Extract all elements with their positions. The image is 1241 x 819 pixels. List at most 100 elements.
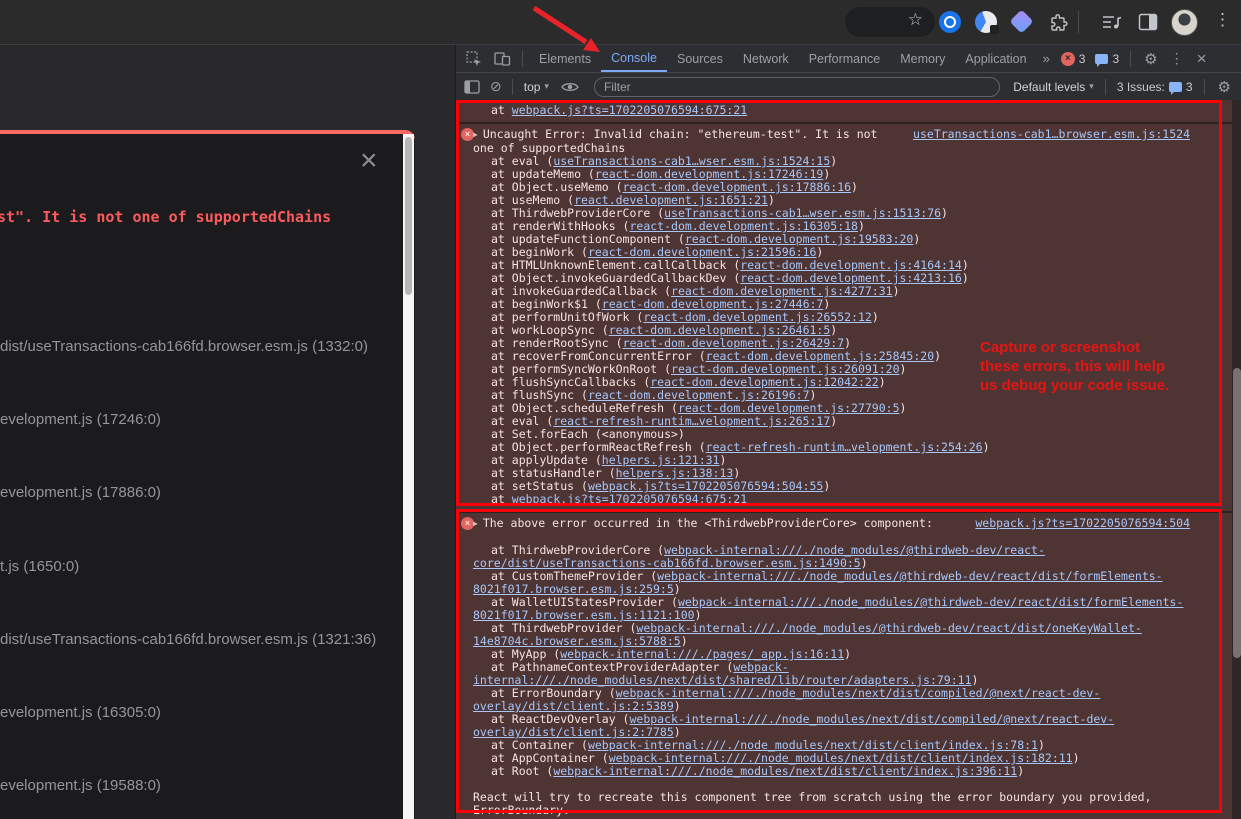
stack-link[interactable]: react-dom.development.js:17246:19 bbox=[595, 167, 823, 181]
overlay-scrollbar[interactable] bbox=[403, 134, 414, 819]
clock-extension-icon[interactable] bbox=[975, 11, 997, 33]
stack-link[interactable]: webpack.js?ts=1702205076594:675:21 bbox=[512, 492, 747, 506]
stack-link[interactable]: webpack-internal:///./node_modules/@thir… bbox=[473, 543, 1045, 570]
more-tabs-icon[interactable]: » bbox=[1037, 51, 1056, 66]
purple-diamond-extension-icon[interactable] bbox=[1009, 9, 1033, 33]
stack-link[interactable]: react-dom.development.js:26091:20 bbox=[671, 362, 899, 376]
devtools-settings-gear-icon[interactable]: ⚙ bbox=[1137, 50, 1164, 68]
console-scrollbar-thumb[interactable] bbox=[1233, 368, 1241, 658]
error-footer-text: React will try to recreate this componen… bbox=[473, 791, 1190, 817]
stack-frame-location: t.js (1650:0) bbox=[0, 558, 400, 575]
console-message: webpack.js?ts=1702205076594:504×▶The abo… bbox=[456, 513, 1232, 819]
tab-performance[interactable]: Performance bbox=[799, 45, 891, 72]
media-controls-icon[interactable] bbox=[1101, 13, 1123, 31]
stack-line: at ErrorBoundary (webpack-internal:///./… bbox=[473, 687, 1190, 713]
inspect-element-icon[interactable] bbox=[465, 50, 483, 68]
screenshot-root: ☆ ⋮ × st". It is not one of supportedCha… bbox=[0, 0, 1241, 819]
console-message: at webpack.js?ts=1702205076594:675:21 bbox=[456, 100, 1232, 124]
stack-frame-location: evelopment.js (16305:0) bbox=[0, 704, 400, 721]
stack-line: at ThirdwebProvider (webpack-internal://… bbox=[473, 622, 1190, 648]
stack-link[interactable]: webpack-internal:///./node_modules/next/… bbox=[588, 738, 1038, 752]
stack-line: at webpack.js?ts=1702205076594:675:21 bbox=[473, 104, 1190, 117]
stack-link[interactable]: react-dom.development.js:26461:5 bbox=[609, 323, 831, 337]
stack-link[interactable]: react-dom.development.js:27446:7 bbox=[602, 297, 824, 311]
live-expression-eye-icon[interactable] bbox=[561, 81, 579, 93]
devtools-menu-kebab-icon[interactable]: ⋮ bbox=[1165, 50, 1189, 67]
overlay-scrollbar-thumb[interactable] bbox=[405, 137, 412, 295]
stack-link[interactable]: react-dom.development.js:26196:7 bbox=[588, 388, 810, 402]
stack-link[interactable]: webpack.js?ts=1702205076594:504:55 bbox=[588, 479, 823, 493]
stack-link[interactable]: react-refresh-runtim…velopment.js:265:17 bbox=[553, 414, 830, 428]
stack-link[interactable]: react-dom.development.js:16305:18 bbox=[629, 219, 857, 233]
blue-ring-extension-icon[interactable] bbox=[939, 11, 961, 33]
device-toolbar-icon[interactable] bbox=[493, 50, 512, 68]
tab-memory[interactable]: Memory bbox=[890, 45, 955, 72]
expand-caret-icon[interactable]: ▶ bbox=[473, 128, 478, 141]
toolbar-separator bbox=[512, 79, 513, 95]
stack-link[interactable]: react-dom.development.js:26552:12 bbox=[643, 310, 871, 324]
tab-application[interactable]: Application bbox=[955, 45, 1036, 72]
stack-link[interactable]: react-dom.development.js:4277:31 bbox=[671, 284, 893, 298]
stack-link[interactable]: webpack-internal:///./node_modules/next/… bbox=[473, 686, 1100, 713]
issues-counter[interactable]: 3 Issues: 3 bbox=[1117, 80, 1193, 94]
profile-avatar[interactable] bbox=[1171, 9, 1198, 36]
extensions-puzzle-icon[interactable] bbox=[1048, 13, 1068, 33]
stack-frame-location: evelopment.js (19588:0) bbox=[0, 777, 400, 794]
tab-sources[interactable]: Sources bbox=[667, 45, 733, 72]
side-panel-icon[interactable] bbox=[1138, 13, 1158, 31]
devtools-close-icon[interactable]: × bbox=[1189, 49, 1215, 69]
stack-link[interactable]: webpack-internal:///./pages/_app.js:16:1… bbox=[560, 647, 844, 661]
stack-frame-location: evelopment.js (17886:0) bbox=[0, 484, 400, 501]
nextjs-error-overlay: × st". It is not one of supportedChains … bbox=[0, 130, 415, 819]
stack-link[interactable]: webpack.js?ts=1702205076594:675:21 bbox=[512, 103, 747, 117]
stack-link[interactable]: helpers.js:138:13 bbox=[616, 466, 734, 480]
expand-caret-icon[interactable]: ▶ bbox=[473, 517, 478, 530]
console-message-count[interactable]: 3 bbox=[1095, 52, 1119, 66]
stack-link[interactable]: webpack-internal:///./node_modules/next/… bbox=[473, 660, 972, 687]
source-link[interactable]: webpack.js?ts=1702205076594:504 bbox=[975, 517, 1190, 530]
tab-elements[interactable]: Elements bbox=[529, 45, 601, 72]
stack-link[interactable]: useTransactions-cab1…wser.esm.js:1524:15 bbox=[553, 154, 830, 168]
stack-link[interactable]: react-dom.development.js:25845:20 bbox=[706, 349, 934, 363]
execution-context-selector[interactable]: top▾ bbox=[519, 80, 554, 94]
issues-bubble-icon bbox=[1169, 82, 1182, 92]
console-sidebar-toggle-icon[interactable] bbox=[464, 80, 480, 94]
stack-link[interactable]: react-dom.development.js:26429:7 bbox=[623, 336, 845, 350]
log-levels-dropdown[interactable]: Default levels▾ bbox=[1008, 80, 1099, 94]
stack-link[interactable]: react-dom.development.js:19583:20 bbox=[685, 232, 913, 246]
console-toolbar: ⊘ top▾ Default levels▾ 3 Issues: 3 ⚙ bbox=[456, 73, 1241, 101]
stack-link[interactable]: webpack-internal:///./node_modules/next/… bbox=[473, 712, 1114, 739]
tab-console[interactable]: Console bbox=[601, 45, 667, 72]
stack-frame-location: dist/useTransactions-cab166fd.browser.es… bbox=[0, 338, 400, 355]
stack-link[interactable]: react-dom.development.js:4164:14 bbox=[740, 258, 962, 272]
chevron-down-icon: ▾ bbox=[544, 81, 549, 92]
console-error-count[interactable]: × 3 bbox=[1061, 52, 1086, 66]
stack-link[interactable]: react-dom.development.js:17886:16 bbox=[623, 180, 851, 194]
stack-link[interactable]: react-dom.development.js:12042:22 bbox=[650, 375, 878, 389]
stack-link[interactable]: webpack-internal:///./node_modules/@thir… bbox=[473, 569, 1163, 596]
browser-menu-kebab-icon[interactable]: ⋮ bbox=[1214, 10, 1231, 30]
stack-frame-location: dist/useTransactions-cab166fd.browser.es… bbox=[0, 631, 400, 648]
clear-console-icon[interactable]: ⊘ bbox=[486, 78, 506, 95]
stack-link[interactable]: webpack-internal:///./node_modules/next/… bbox=[553, 764, 1017, 778]
stack-link[interactable]: webpack-internal:///./node_modules/@thir… bbox=[473, 595, 1183, 622]
chevron-down-icon: ▾ bbox=[1089, 81, 1094, 92]
address-bar[interactable]: ☆ bbox=[845, 7, 935, 37]
stack-link[interactable]: react-dom.development.js:4213:16 bbox=[740, 271, 962, 285]
console-settings-gear-icon[interactable]: ⚙ bbox=[1211, 78, 1238, 96]
console-scrollbar[interactable] bbox=[1232, 100, 1241, 819]
console-filter-input[interactable] bbox=[594, 77, 1000, 97]
stack-line: at PathnameContextProviderAdapter (webpa… bbox=[473, 661, 1190, 687]
stack-link[interactable]: webpack-internal:///./node_modules/@thir… bbox=[473, 621, 1142, 648]
stack-link[interactable]: react-refresh-runtim…velopment.js:254:26 bbox=[706, 440, 983, 454]
bookmark-star-icon[interactable]: ☆ bbox=[908, 10, 923, 30]
stack-link[interactable]: useTransactions-cab1…wser.esm.js:1513:76 bbox=[664, 206, 941, 220]
stack-link[interactable]: react.development.js:1651:21 bbox=[574, 193, 768, 207]
stack-link[interactable]: webpack-internal:///./node_modules/next/… bbox=[609, 751, 1073, 765]
tab-network[interactable]: Network bbox=[733, 45, 799, 72]
stack-link[interactable]: helpers.js:121:31 bbox=[602, 453, 720, 467]
source-link[interactable]: useTransactions-cab1…browser.esm.js:1524 bbox=[913, 128, 1190, 141]
stack-link[interactable]: react-dom.development.js:21596:16 bbox=[588, 245, 816, 259]
overlay-close-icon[interactable]: × bbox=[360, 146, 378, 176]
stack-link[interactable]: react-dom.development.js:27790:5 bbox=[678, 401, 900, 415]
